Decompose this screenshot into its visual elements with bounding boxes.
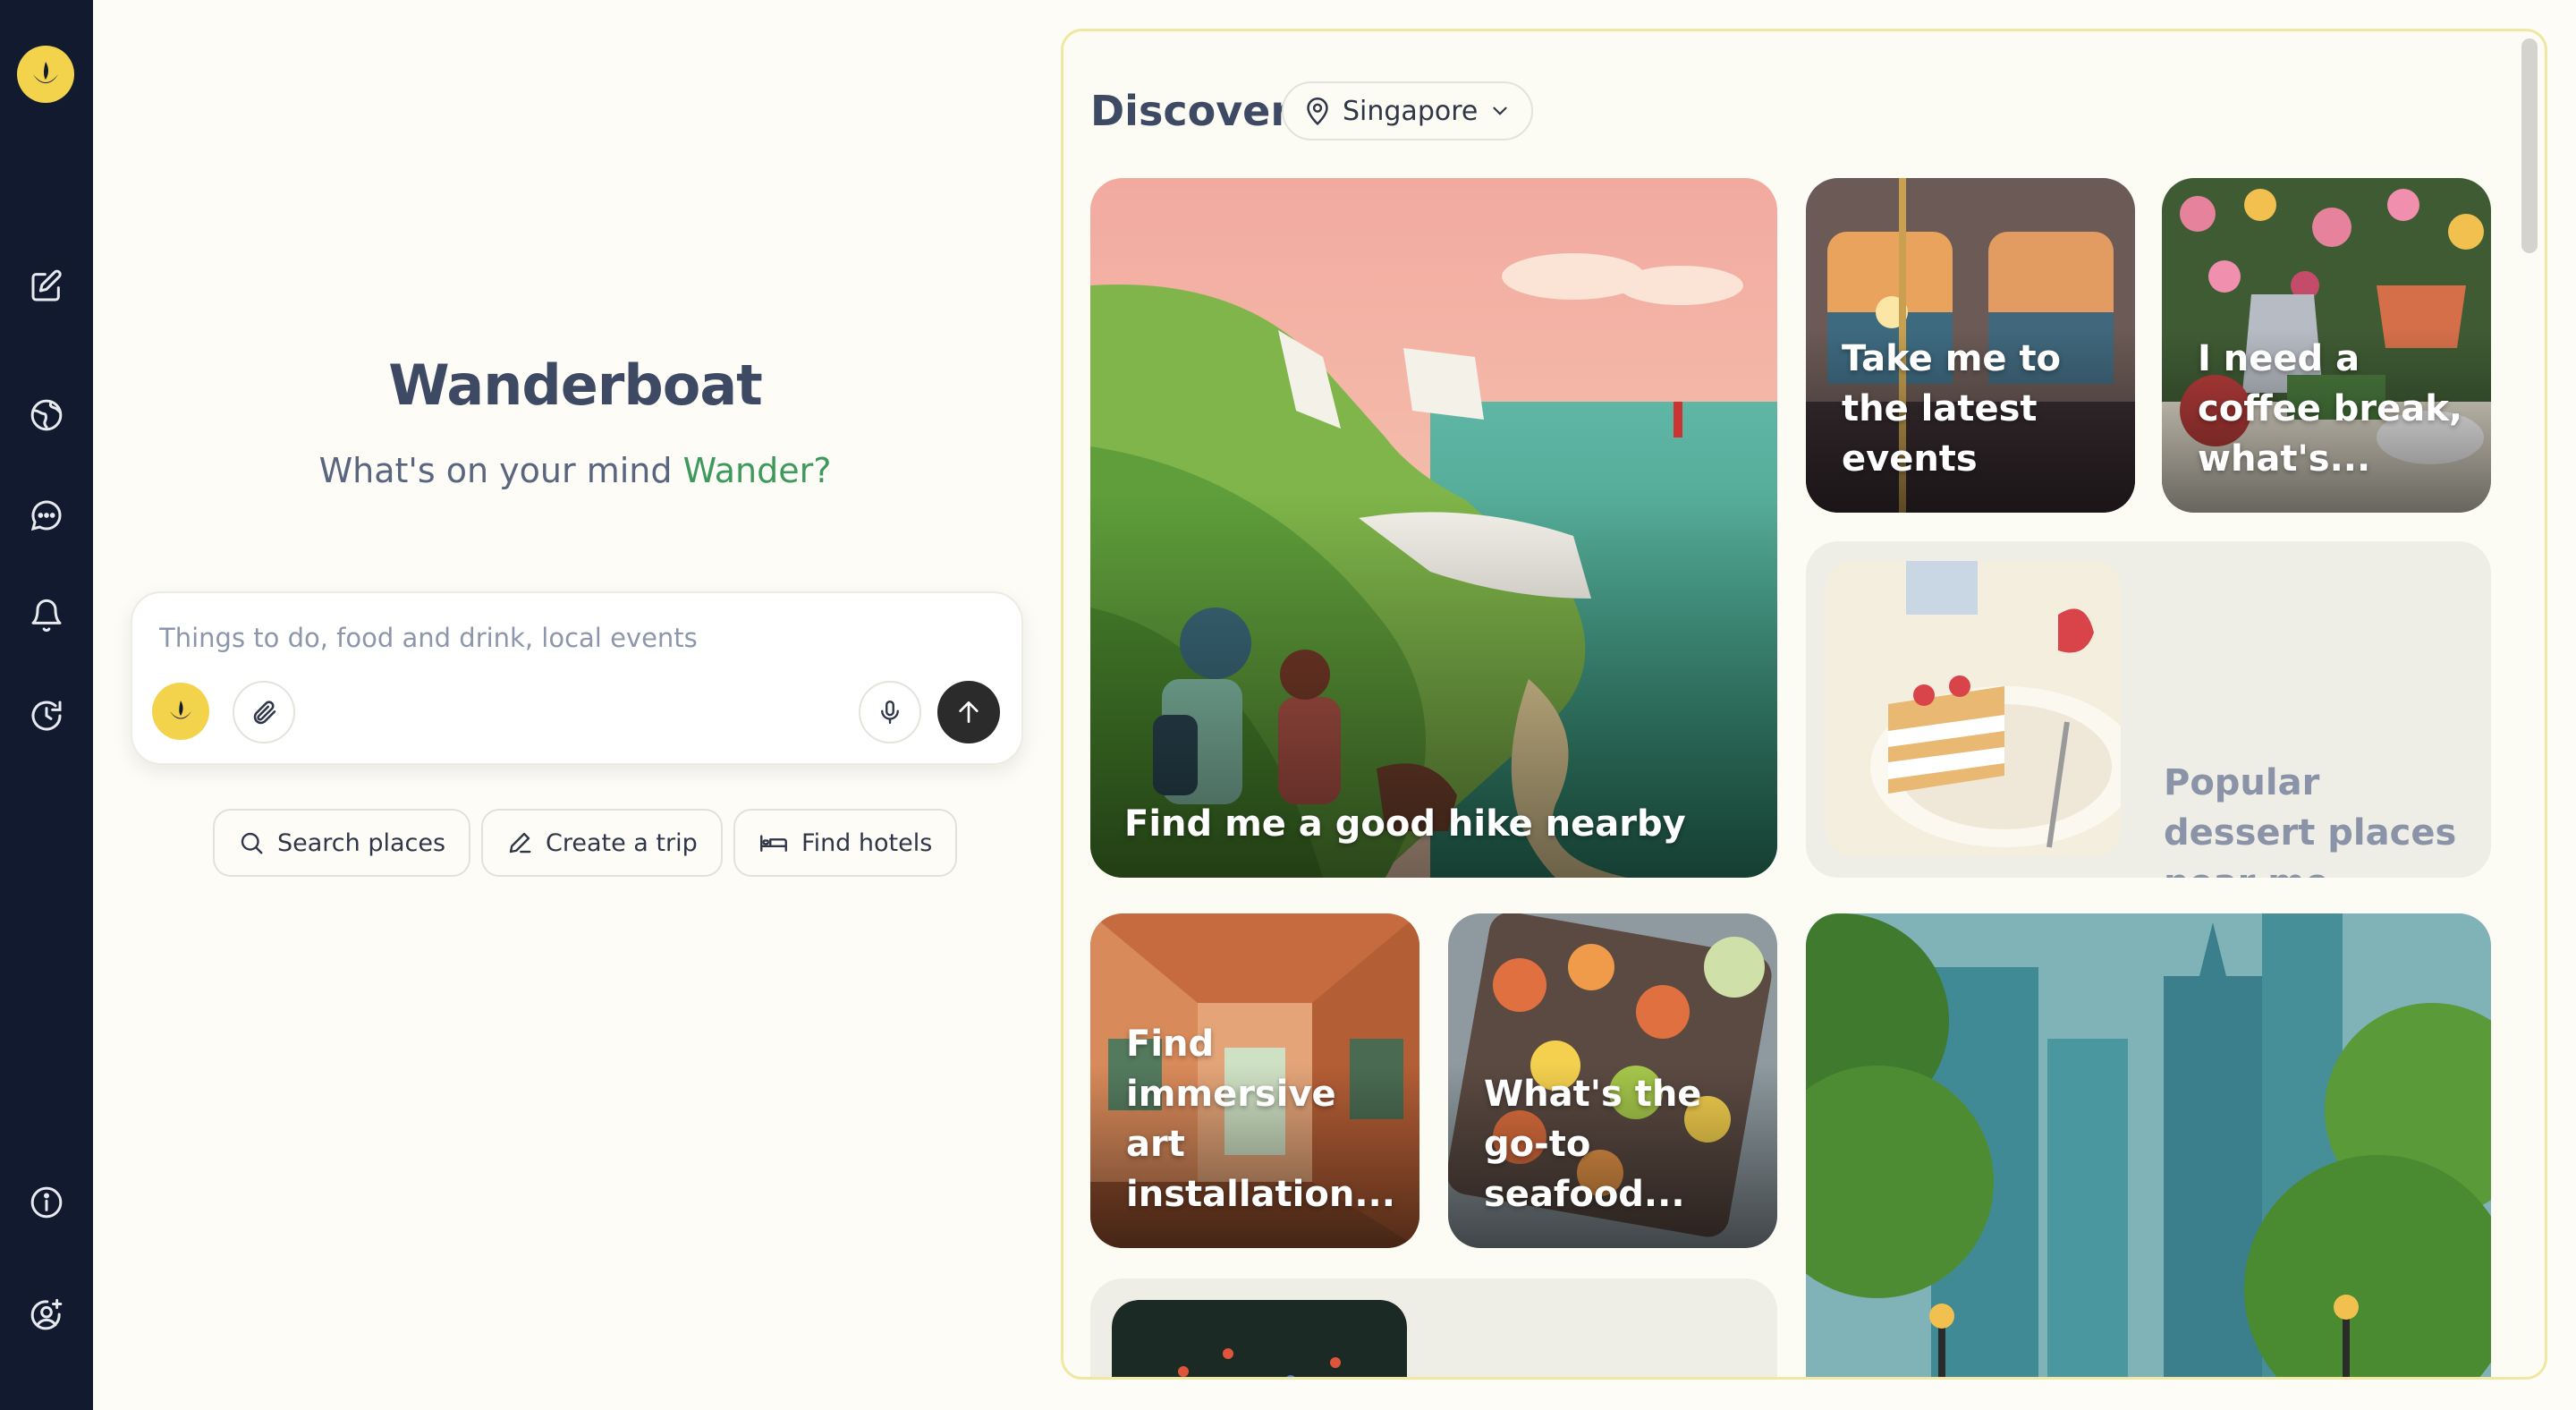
chip-label: Search places bbox=[277, 828, 446, 857]
create-trip-chip[interactable]: Create a trip bbox=[481, 809, 723, 877]
globe-icon bbox=[30, 399, 63, 431]
greeting-text: What's on your mind bbox=[318, 451, 673, 490]
dessert-illustration bbox=[1826, 561, 2121, 856]
explore-button[interactable] bbox=[20, 388, 73, 442]
message-composer bbox=[131, 591, 1023, 765]
discover-panel: Discover Singapore Find me a good hike n… bbox=[1061, 29, 2547, 1380]
card-label: I need a coffee break, what's... bbox=[2198, 338, 2463, 480]
arrow-up-icon bbox=[959, 701, 979, 723]
discover-scrollbar[interactable] bbox=[2521, 38, 2538, 253]
night-illustration bbox=[1112, 1300, 1407, 1377]
app-title: Wanderboat bbox=[388, 352, 763, 418]
pencil-icon bbox=[509, 832, 531, 854]
user-add-icon bbox=[30, 1298, 63, 1330]
seafood-card[interactable]: What's the go-to seafood... bbox=[1448, 913, 1777, 1248]
info-icon bbox=[30, 1186, 63, 1219]
wanderboat-mode-button[interactable] bbox=[152, 683, 209, 740]
find-hotels-chip[interactable]: Find hotels bbox=[733, 809, 958, 877]
card-label: Take me to the latest events bbox=[1842, 338, 2062, 480]
search-places-chip[interactable]: Search places bbox=[213, 809, 471, 877]
more-card[interactable] bbox=[1090, 1278, 1777, 1377]
bed-icon bbox=[760, 835, 787, 852]
info-button[interactable] bbox=[20, 1176, 73, 1229]
hike-card[interactable]: Find me a good hike nearby bbox=[1090, 178, 1777, 878]
chat-bubble-icon bbox=[30, 500, 62, 531]
greeting-name: Wander? bbox=[682, 451, 832, 490]
microphone-icon bbox=[881, 700, 899, 725]
notifications-button[interactable] bbox=[20, 589, 73, 642]
greeting-subtitle: What's on your mind Wander? bbox=[143, 451, 1007, 490]
message-input[interactable] bbox=[159, 615, 964, 661]
sidebar bbox=[0, 0, 93, 1410]
location-selector[interactable]: Singapore bbox=[1282, 81, 1534, 140]
chip-label: Create a trip bbox=[546, 828, 698, 857]
location-name: Singapore bbox=[1343, 95, 1479, 127]
paperclip-icon bbox=[253, 701, 276, 725]
map-pin-icon bbox=[1307, 98, 1328, 126]
card-label: Find immersive art installation... bbox=[1126, 1024, 1395, 1215]
chevron-down-icon bbox=[1493, 106, 1507, 115]
history-icon bbox=[31, 701, 62, 731]
history-button[interactable] bbox=[20, 689, 73, 743]
events-card[interactable]: Take me to the latest events bbox=[1806, 178, 2135, 513]
wanderboat-logo[interactable] bbox=[17, 46, 74, 103]
city-park-card[interactable] bbox=[1806, 913, 2491, 1377]
voice-input-button[interactable] bbox=[859, 681, 921, 743]
card-label: What's the go-to seafood... bbox=[1484, 1074, 1702, 1215]
discover-title: Discover bbox=[1090, 87, 1292, 135]
edit-icon bbox=[31, 269, 62, 302]
bell-icon bbox=[31, 599, 62, 633]
boat-logo-icon bbox=[170, 701, 191, 719]
search-icon bbox=[241, 832, 263, 854]
card-label: Popular dessert places near me bbox=[2164, 762, 2457, 878]
boat-logo-icon bbox=[33, 62, 58, 83]
send-button[interactable] bbox=[937, 681, 1000, 743]
account-button[interactable] bbox=[20, 1288, 73, 1342]
card-label: Find me a good hike nearby bbox=[1124, 803, 1686, 845]
coffee-card[interactable]: I need a coffee break, what's... bbox=[2162, 178, 2491, 513]
chip-label: Find hotels bbox=[801, 828, 933, 857]
art-card[interactable]: Find immersive art installation... bbox=[1090, 913, 1419, 1248]
new-chat-button[interactable] bbox=[20, 259, 73, 313]
chats-button[interactable] bbox=[20, 488, 73, 542]
dessert-card[interactable]: Popular dessert places near me bbox=[1806, 541, 2491, 878]
city-park-illustration bbox=[1806, 913, 2491, 1377]
attach-button[interactable] bbox=[233, 681, 295, 743]
